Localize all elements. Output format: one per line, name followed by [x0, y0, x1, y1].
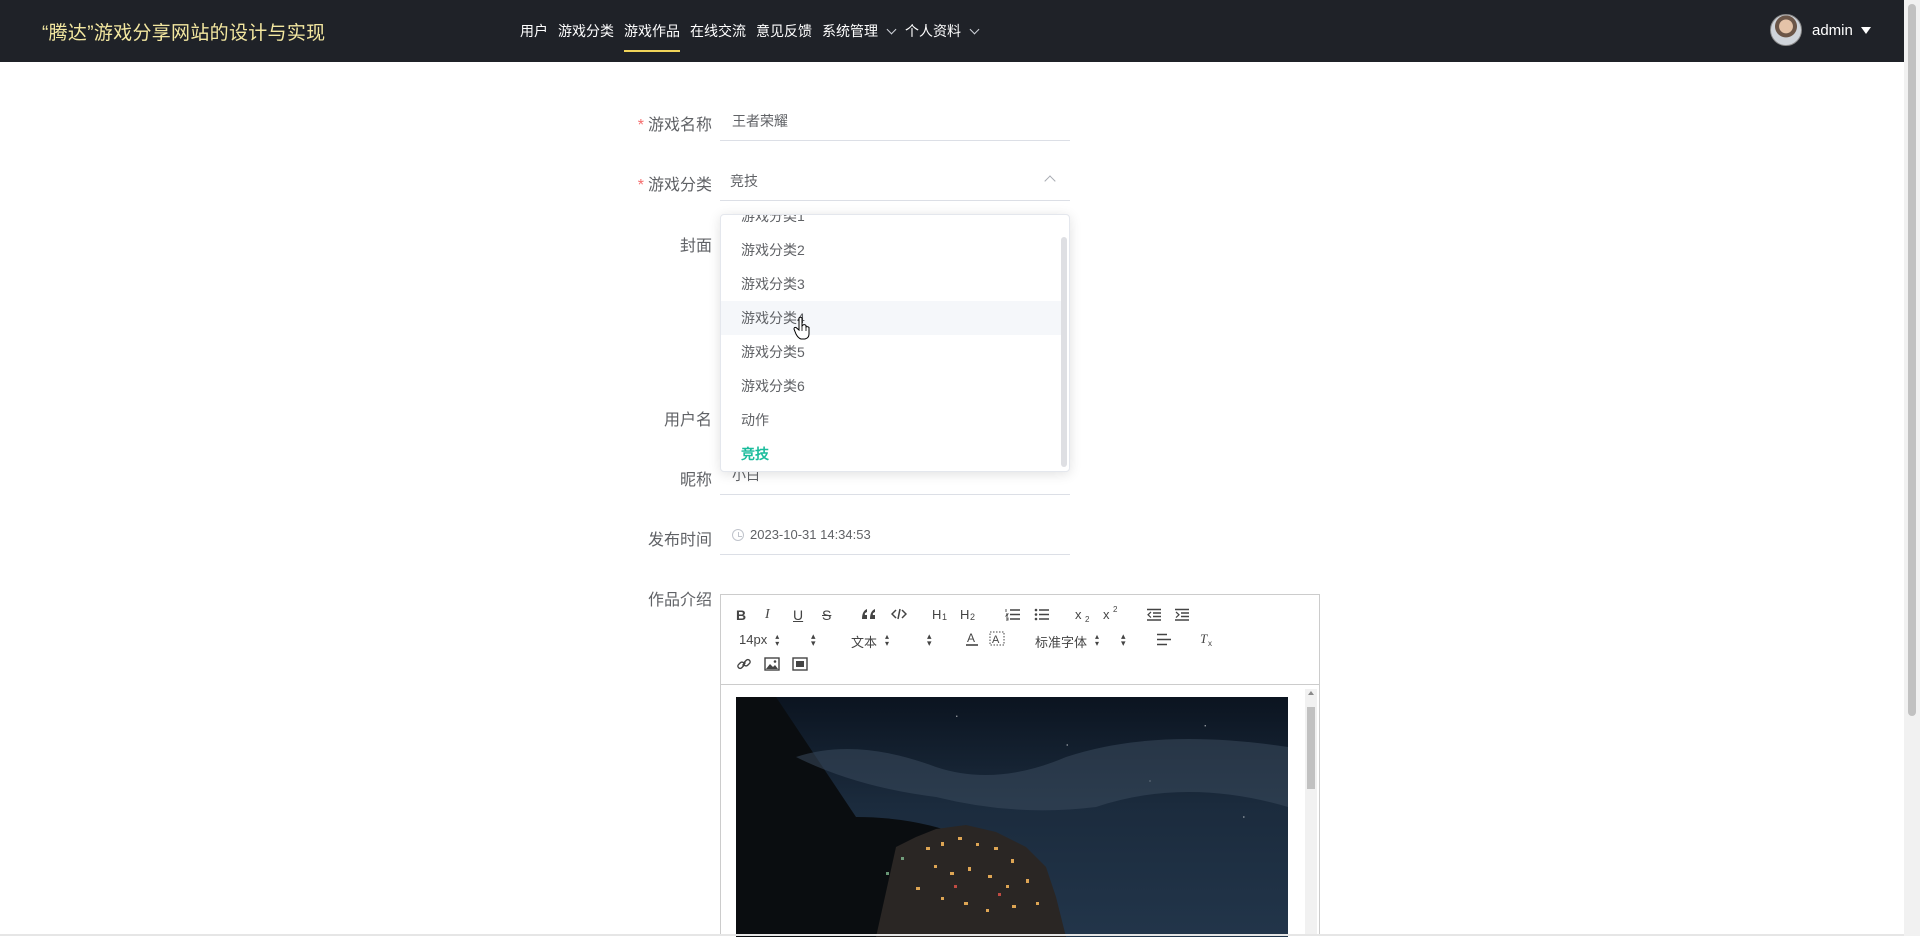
- publish-time-input[interactable]: 2023-10-31 14:34:53: [720, 515, 1070, 555]
- dropdown-scrollbar[interactable]: [1061, 237, 1067, 467]
- game-name-input[interactable]: 王者荣耀: [720, 101, 1070, 141]
- code-icon[interactable]: [891, 608, 907, 620]
- background-color-icon[interactable]: A: [989, 631, 1005, 647]
- editor-scrollbar[interactable]: [1305, 689, 1317, 935]
- align-left-icon[interactable]: [1156, 633, 1172, 646]
- option-competitive[interactable]: 竞技: [721, 437, 1061, 471]
- scroll-up-arrow-icon[interactable]: [1308, 691, 1314, 695]
- option-game-category-3[interactable]: 游戏分类3: [721, 267, 1061, 301]
- nav-system-management-label: 系统管理: [822, 23, 878, 39]
- nav-profile-label: 个人资料: [905, 23, 961, 39]
- italic-button[interactable]: I: [765, 607, 770, 623]
- page-scroll-thumb[interactable]: [1908, 4, 1916, 716]
- nav-online-chat[interactable]: 在线交流: [690, 0, 746, 62]
- category-selected-value: 竞技: [730, 172, 758, 189]
- svg-text:x: x: [1075, 607, 1082, 622]
- nav-users[interactable]: 用户: [520, 0, 548, 62]
- heading1-icon[interactable]: H1: [932, 607, 950, 621]
- coastal-village-illustration: [736, 697, 1288, 937]
- svg-text:x: x: [1208, 639, 1212, 647]
- font-size-select-arrows: ▴ ▾: [811, 631, 816, 648]
- svg-text:H: H: [932, 607, 941, 621]
- heading-select[interactable]: 文本: [851, 632, 891, 651]
- font-family-select[interactable]: 标准字体: [1035, 632, 1101, 651]
- svg-text:H: H: [960, 607, 969, 621]
- avatar[interactable]: [1770, 14, 1802, 46]
- category-dropdown: 游戏分类1 游戏分类2 游戏分类3 游戏分类4 游戏分类5 游戏分类6 动作 竞…: [720, 214, 1070, 472]
- username[interactable]: admin: [1812, 22, 1853, 39]
- svg-text:2: 2: [1113, 605, 1118, 614]
- required-asterisk: *: [637, 117, 644, 134]
- publish-time-label: 发布时间: [647, 532, 712, 549]
- font-color-icon[interactable]: A: [965, 631, 979, 647]
- top-navbar: “腾达”游戏分享网站的设计与实现 用户 游戏分类 游戏作品 在线交流 意见反馈 …: [0, 0, 1904, 62]
- strikethrough-button[interactable]: S: [822, 607, 831, 623]
- cover-photo-image: [736, 697, 1288, 937]
- superscript-icon[interactable]: x2: [1103, 605, 1121, 621]
- hand-pointer-icon: [793, 316, 810, 340]
- category-label-text: 游戏分类: [647, 177, 712, 194]
- game-name-label-text: 游戏名称: [647, 117, 712, 134]
- site-title: “腾达”游戏分享网站的设计与实现: [42, 23, 326, 44]
- cover-label: 封面: [679, 238, 712, 255]
- option-game-category-6[interactable]: 游戏分类6: [721, 369, 1061, 403]
- indent-icon[interactable]: [1174, 608, 1190, 621]
- clock-icon: [732, 528, 744, 541]
- chevron-down-icon: [886, 24, 897, 34]
- svg-text:2: 2: [1085, 615, 1090, 623]
- publish-time-value: 2023-10-31 14:34:53: [750, 527, 871, 542]
- heading2-icon[interactable]: H2: [960, 607, 978, 621]
- nav-game-categories[interactable]: 游戏分类: [558, 0, 614, 62]
- option-game-category-4[interactable]: 游戏分类4: [721, 301, 1061, 335]
- required-asterisk: *: [637, 177, 644, 194]
- main-nav: 用户 游戏分类 游戏作品 在线交流 意见反馈 系统管理 个人资料: [520, 0, 988, 62]
- username-label: 用户名: [663, 412, 712, 429]
- nav-profile[interactable]: 个人资料: [905, 0, 980, 62]
- game-name-label: * 游戏名称: [512, 111, 712, 135]
- page-scrollbar[interactable]: [1904, 0, 1920, 936]
- intro-label: 作品介绍: [647, 592, 712, 609]
- underline-button[interactable]: U: [793, 607, 803, 623]
- editor-toolbar: B I U S H1 H2 x2 x2 14px ▴▾ 文本 ▴▾ A A 标准…: [721, 595, 1319, 685]
- svg-text:2: 2: [970, 612, 975, 621]
- bold-button[interactable]: B: [736, 607, 746, 623]
- editor-scroll-thumb[interactable]: [1307, 707, 1315, 789]
- user-menu[interactable]: admin: [1770, 14, 1871, 46]
- blockquote-icon[interactable]: [861, 608, 877, 620]
- caret-down-icon[interactable]: [1860, 26, 1871, 34]
- game-name-value: 王者荣耀: [732, 112, 788, 129]
- nav-system-management[interactable]: 系统管理: [822, 0, 897, 62]
- category-label: * 游戏分类: [512, 171, 712, 195]
- video-icon[interactable]: [792, 657, 808, 671]
- heading-select-arrows: ▴ ▾: [927, 631, 932, 648]
- chevron-up-icon: [1044, 175, 1056, 187]
- clear-format-icon[interactable]: Tx: [1199, 631, 1215, 647]
- svg-text:1: 1: [942, 612, 947, 621]
- font-size-select[interactable]: 14px: [739, 632, 782, 647]
- category-select[interactable]: 竞技: [720, 161, 1070, 201]
- outdent-icon[interactable]: [1146, 608, 1162, 621]
- rich-text-editor[interactable]: B I U S H1 H2 x2 x2 14px ▴▾ 文本 ▴▾ A A 标准…: [720, 594, 1320, 937]
- svg-text:A: A: [967, 631, 975, 645]
- option-game-category-5[interactable]: 游戏分类5: [721, 335, 1061, 369]
- svg-text:x: x: [1103, 607, 1110, 621]
- category-options: 游戏分类1 游戏分类2 游戏分类3 游戏分类4 游戏分类5 游戏分类6 动作 竞…: [721, 215, 1061, 471]
- link-icon[interactable]: [736, 656, 752, 672]
- image-icon[interactable]: [764, 657, 780, 671]
- subscript-icon[interactable]: x2: [1075, 607, 1093, 623]
- nav-game-works[interactable]: 游戏作品: [624, 0, 680, 62]
- nav-feedback[interactable]: 意见反馈: [756, 0, 812, 62]
- option-game-category-2[interactable]: 游戏分类2: [721, 233, 1061, 267]
- nickname-label: 昵称: [679, 472, 712, 489]
- font-family-select-arrows: ▴ ▾: [1121, 631, 1126, 648]
- ordered-list-icon[interactable]: [1005, 608, 1021, 621]
- svg-text:T: T: [1200, 631, 1208, 646]
- chevron-down-icon: [969, 24, 980, 34]
- option-action[interactable]: 动作: [721, 403, 1061, 437]
- bullet-list-icon[interactable]: [1034, 608, 1050, 621]
- option-game-category-1[interactable]: 游戏分类1: [721, 215, 1061, 233]
- editor-content[interactable]: [721, 685, 1319, 937]
- svg-text:A: A: [992, 634, 1000, 646]
